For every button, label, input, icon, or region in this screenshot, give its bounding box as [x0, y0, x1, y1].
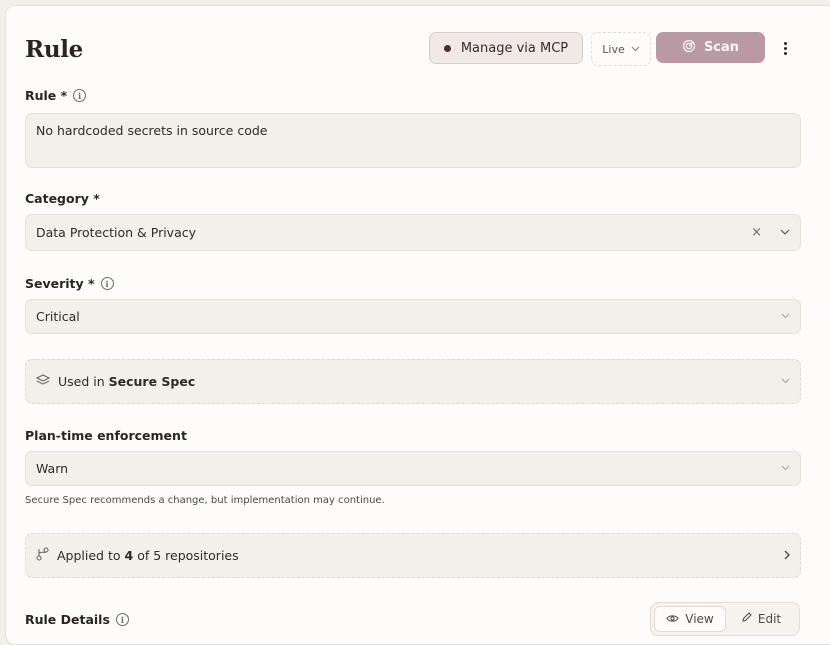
rule-label-row: Rule * i: [25, 88, 87, 103]
applied-prefix: Applied to: [57, 548, 121, 563]
chevron-down-icon: [780, 227, 790, 238]
view-edit-toggle[interactable]: View Edit: [650, 602, 800, 636]
severity-label-row: Severity * i: [25, 276, 114, 291]
plan-time-select[interactable]: Warn: [25, 451, 801, 486]
clear-icon[interactable]: ×: [751, 225, 762, 240]
rule-value: No hardcoded secrets in source code: [36, 123, 268, 138]
category-label-row: Category *: [25, 191, 100, 206]
rule-textarea[interactable]: No hardcoded secrets in source code: [25, 113, 801, 168]
scan-button[interactable]: Scan: [656, 32, 765, 63]
layers-icon: [35, 373, 51, 390]
header: Rule Manage via MCP Live Scan: [25, 32, 805, 72]
severity-value: Critical: [36, 309, 80, 324]
rule-label: Rule *: [25, 88, 68, 103]
page-title: Rule: [25, 36, 84, 63]
plan-time-label: Plan-time enforcement: [25, 428, 187, 443]
chevron-down-icon: [781, 311, 790, 322]
view-label: View: [685, 612, 714, 626]
category-value: Data Protection & Privacy: [36, 225, 197, 240]
pencil-icon: [741, 612, 752, 626]
chevron-right-icon: [784, 548, 790, 563]
category-select[interactable]: Data Protection & Privacy ×: [25, 214, 801, 251]
plan-time-label-row: Plan-time enforcement: [25, 428, 187, 443]
mcp-button-label: Manage via MCP: [460, 40, 569, 56]
info-icon[interactable]: i: [100, 277, 114, 290]
manage-via-mcp-button[interactable]: Manage via MCP: [429, 32, 583, 64]
plan-time-helper: Secure Spec recommends a change, but imp…: [25, 495, 385, 506]
applied-suffix: of 5 repositories: [137, 548, 239, 563]
category-label: Category *: [25, 191, 100, 206]
rule-panel: Rule Manage via MCP Live Scan Rule * i N…: [5, 5, 830, 645]
status-dot-icon: [443, 44, 451, 52]
used-in-accordion[interactable]: Used in Secure Spec: [25, 359, 801, 404]
used-in-prefix: Used in: [58, 374, 105, 389]
eye-icon: [666, 612, 679, 626]
applied-repositories-row[interactable]: Applied to 4 of 5 repositories: [25, 533, 801, 578]
plan-time-value: Warn: [36, 461, 69, 476]
git-branch-icon: [36, 547, 49, 564]
info-icon[interactable]: i: [73, 89, 87, 102]
live-select[interactable]: Live: [591, 32, 651, 66]
scan-icon: [682, 39, 696, 57]
severity-label: Severity *: [25, 276, 95, 291]
edit-label: Edit: [757, 612, 782, 626]
applied-count: 4: [124, 548, 134, 563]
severity-select[interactable]: Critical: [25, 299, 801, 334]
view-toggle[interactable]: View: [654, 606, 726, 632]
live-select-label: Live: [602, 42, 625, 56]
scan-button-label: Scan: [703, 40, 740, 55]
applied-text: Applied to 4 of 5 repositories: [57, 548, 776, 563]
chevron-down-icon: [631, 44, 640, 55]
more-options-icon[interactable]: [777, 36, 793, 60]
used-in-name: Secure Spec: [108, 374, 196, 389]
edit-toggle[interactable]: Edit: [726, 606, 796, 632]
chevron-down-icon: [781, 463, 790, 474]
chevron-down-icon: [781, 376, 790, 387]
used-in-text: Used in Secure Spec: [58, 374, 773, 389]
